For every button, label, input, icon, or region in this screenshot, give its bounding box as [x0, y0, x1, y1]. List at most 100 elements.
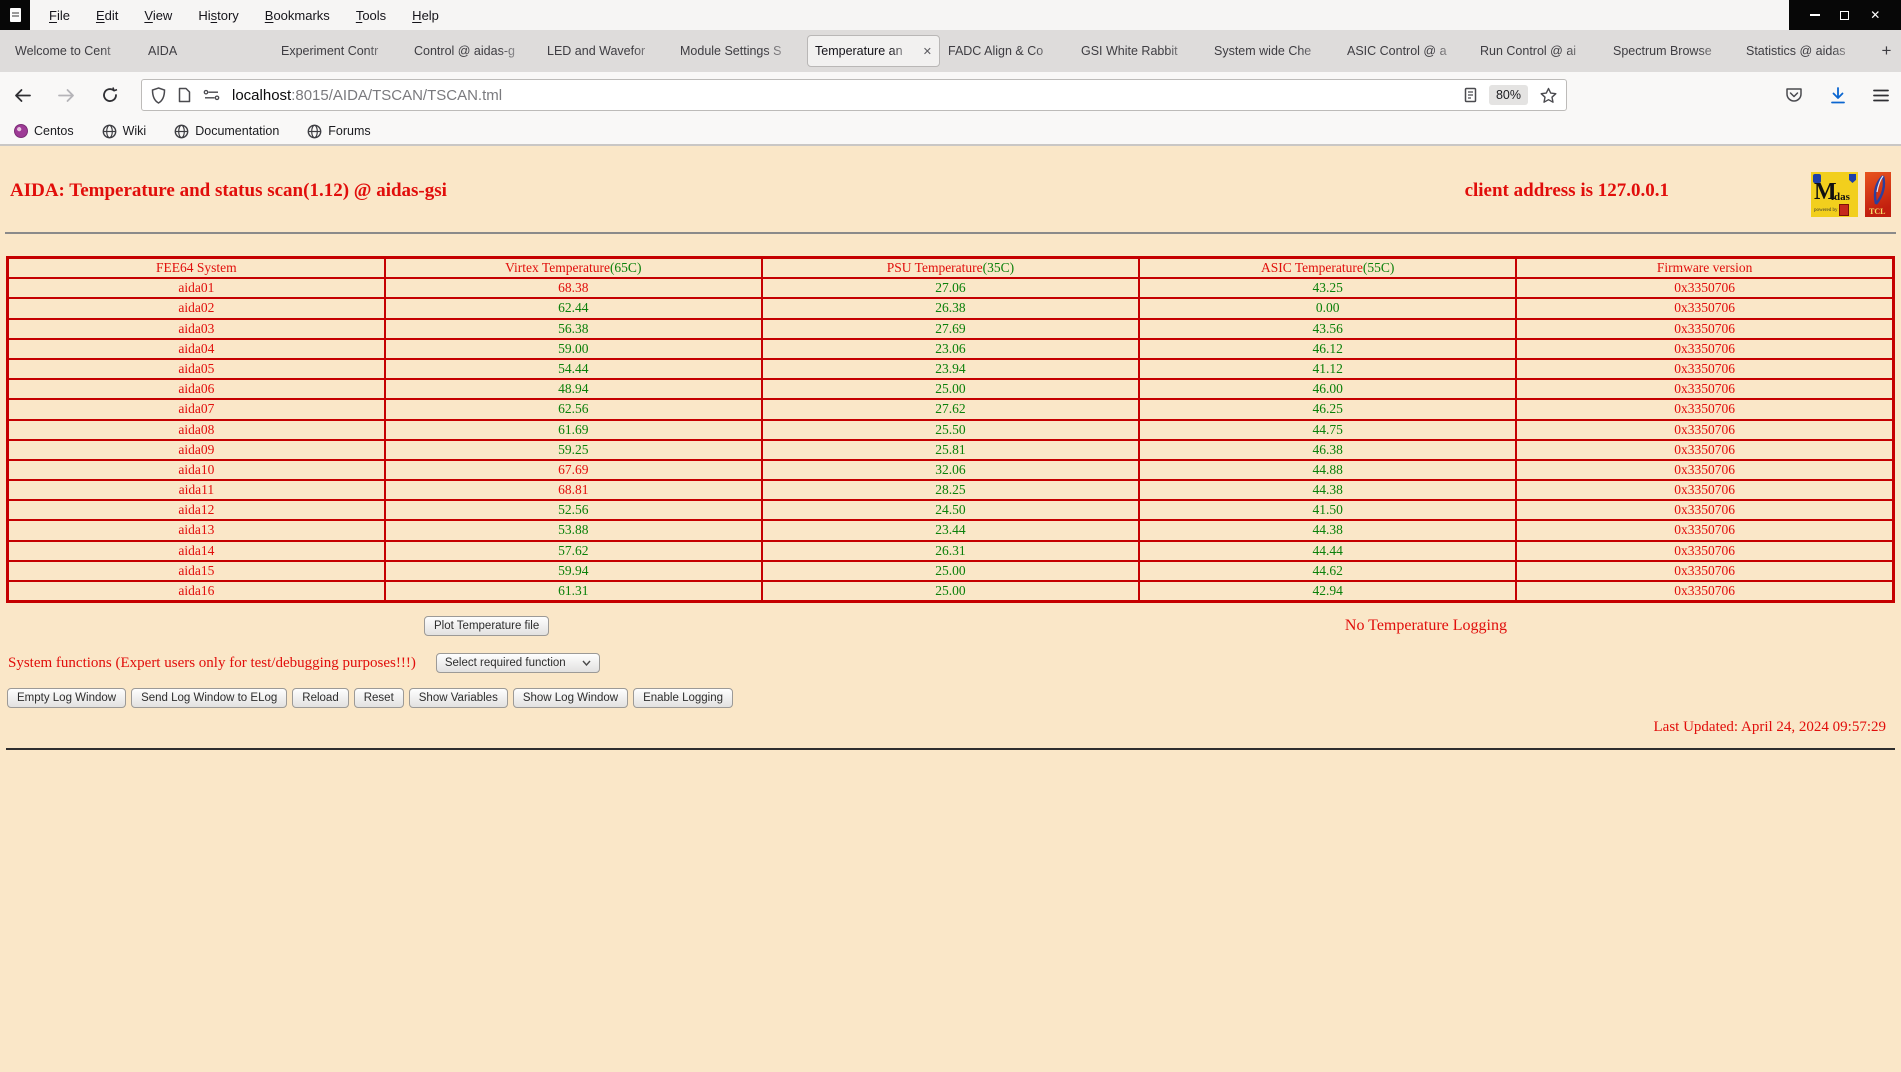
empty-log-window-button[interactable]: Empty Log Window — [7, 688, 127, 709]
table-cell: aida14 — [6, 539, 386, 562]
show-log-window-button[interactable]: Show Log Window — [512, 688, 629, 709]
table-cell: aida02 — [6, 297, 386, 320]
url-host: localhost — [232, 86, 292, 104]
logging-status: No Temperature Logging — [1344, 617, 1507, 635]
bookmark-star-icon[interactable] — [1540, 87, 1557, 104]
table-row: aida10 67.69 32.06 44.88 0x3350706 — [6, 458, 1895, 482]
bookmark-label: Wiki — [122, 124, 147, 138]
url-path: :8015/AIDA/TSCAN/TSCAN.tml — [291, 86, 503, 104]
last-updated: Last Updated: April 24, 2024 09:57:29 — [1653, 719, 1886, 736]
maximize-icon[interactable] — [1840, 10, 1850, 20]
navigation-toolbar: localhost:8015/AIDA/TSCAN/TSCAN.tml 80% — [0, 72, 1901, 118]
table-cell: 27.06 — [760, 277, 1141, 300]
bookmark-label: Forums — [328, 124, 371, 138]
close-icon[interactable]: ✕ — [1870, 9, 1880, 21]
table-row: aida15 59.94 25.00 44.62 0x3350706 — [6, 559, 1895, 583]
tab-3[interactable]: Experiment Contr — [274, 30, 407, 72]
show-variables-button[interactable]: Show Variables — [408, 688, 508, 709]
hamburger-menu-icon[interactable] — [1873, 89, 1889, 102]
tab-label: Run Control @ ai — [1480, 44, 1577, 58]
menu-bar: File Edit View History Bookmarks Tools Help — [30, 0, 1789, 30]
table-header-row: FEE64 System Virtex Temperature(65C) PSU T… — [6, 256, 1895, 280]
table-cell: 0x3350706 — [1515, 418, 1895, 441]
table-row: aida07 62.56 27.62 46.25 0x3350706 — [6, 398, 1895, 421]
menu-edit[interactable]: Edit — [87, 5, 127, 26]
back-icon[interactable] — [14, 88, 31, 103]
reload-button[interactable]: Reload — [292, 688, 349, 709]
tab-close-icon[interactable]: ✕ — [923, 45, 932, 58]
tab-5[interactable]: LED and Wavefor — [540, 30, 673, 72]
table-cell: 59.00 — [383, 337, 763, 360]
tab-8[interactable]: FADC Align & Co — [941, 30, 1074, 72]
zoom-level-badge[interactable]: 80% — [1488, 85, 1528, 105]
column-header: FEE64 System — [6, 256, 386, 280]
reset-button[interactable]: Reset — [353, 688, 404, 709]
tab-11[interactable]: ASIC Control @ a — [1340, 30, 1473, 72]
enable-logging-button[interactable]: Enable Logging — [633, 688, 734, 709]
table-row: aida02 62.44 26.38 0.00 0x3350706 — [6, 297, 1895, 320]
table-cell: 57.62 — [383, 539, 763, 562]
tab-1[interactable]: Welcome to Cent — [8, 30, 141, 72]
menu-help[interactable]: Help — [403, 5, 448, 26]
function-select[interactable]: Select required function — [435, 653, 600, 674]
table-row: aida03 56.38 27.69 43.56 0x3350706 — [6, 317, 1895, 340]
table-row: aida11 68.81 28.25 44.38 0x3350706 — [6, 479, 1895, 502]
table-cell: 46.00 — [1138, 378, 1518, 401]
url-bar[interactable]: localhost:8015/AIDA/TSCAN/TSCAN.tml 80% — [141, 79, 1567, 111]
temperature-table: FEE64 System Virtex Temperature(65C) PSU T… — [6, 256, 1895, 604]
tab-7[interactable]: Temperature an ✕ — [807, 35, 940, 67]
tab-10[interactable]: System wide Che — [1207, 30, 1340, 72]
table-cell: aida05 — [6, 357, 386, 381]
table-cell: 44.75 — [1138, 418, 1518, 441]
table-row: aida06 48.94 25.00 46.00 0x3350706 — [6, 378, 1895, 401]
centos-icon — [14, 124, 28, 138]
table-cell: 23.44 — [760, 519, 1141, 542]
tab-6[interactable]: Module Settings S — [673, 30, 806, 72]
minimize-icon[interactable] — [1809, 14, 1820, 16]
page-info-icon[interactable] — [178, 87, 191, 103]
tab-label: System wide Che — [1214, 44, 1312, 58]
page-content: AIDA: Temperature and status scan(1.12) … — [0, 146, 1901, 751]
download-icon[interactable] — [1830, 86, 1846, 104]
reload-icon[interactable] — [102, 87, 119, 103]
menu-history[interactable]: History — [189, 5, 247, 26]
forward-icon[interactable] — [58, 88, 75, 103]
bookmark-centos[interactable]: Centos — [14, 124, 74, 138]
new-tab-button[interactable]: + — [1872, 30, 1901, 72]
menu-view[interactable]: View — [135, 5, 181, 26]
table-cell: aida06 — [6, 378, 386, 401]
menu-tools[interactable]: Tools — [347, 5, 395, 26]
menu-bookmarks[interactable]: Bookmarks — [256, 5, 339, 26]
tab-9[interactable]: GSI White Rabbit — [1074, 30, 1207, 72]
table-cell: 0x3350706 — [1515, 580, 1895, 603]
tab-4[interactable]: Control @ aidas-g — [407, 30, 540, 72]
tcl-logo[interactable]: TCL — [1865, 172, 1891, 217]
bookmark-documentation[interactable]: Documentation — [174, 124, 279, 139]
midas-powered-text: powered by — [1814, 208, 1838, 213]
tab-13[interactable]: Spectrum Browse — [1606, 30, 1739, 72]
url-text[interactable]: localhost:8015/AIDA/TSCAN/TSCAN.tml — [232, 87, 1464, 104]
send-log-to-elog-button[interactable]: Send Log Window to ELog — [131, 688, 288, 709]
table-cell: 0x3350706 — [1515, 337, 1895, 360]
tab-2[interactable]: AIDA — [141, 30, 274, 72]
table-cell: 0x3350706 — [1515, 357, 1895, 381]
page-header: AIDA: Temperature and status scan(1.12) … — [0, 146, 1901, 217]
tab-14[interactable]: Statistics @ aidas — [1739, 30, 1872, 72]
table-cell: aida01 — [6, 277, 386, 300]
reader-mode-icon[interactable] — [1464, 87, 1477, 103]
table-row: aida14 57.62 26.31 44.44 0x3350706 — [6, 539, 1895, 562]
menu-file[interactable]: File — [40, 5, 79, 26]
shield-icon[interactable] — [151, 86, 166, 104]
window-controls: ✕ — [1789, 0, 1901, 30]
table-cell: 0x3350706 — [1515, 539, 1895, 562]
bookmark-forums[interactable]: Forums — [307, 124, 371, 139]
tab-strip: Welcome to Cent AIDA Experiment Contr Contr… — [0, 30, 1901, 72]
midas-logo[interactable]: M idas powered by — [1811, 172, 1858, 217]
tab-label: Welcome to Cent — [15, 44, 111, 58]
bookmark-wiki[interactable]: Wiki — [102, 124, 147, 139]
window-icon — [0, 0, 30, 30]
pocket-icon[interactable] — [1785, 86, 1803, 104]
table-cell: 0x3350706 — [1515, 277, 1895, 300]
plot-temperature-button[interactable]: Plot Temperature file — [424, 616, 550, 637]
tab-12[interactable]: Run Control @ ai — [1473, 30, 1606, 72]
